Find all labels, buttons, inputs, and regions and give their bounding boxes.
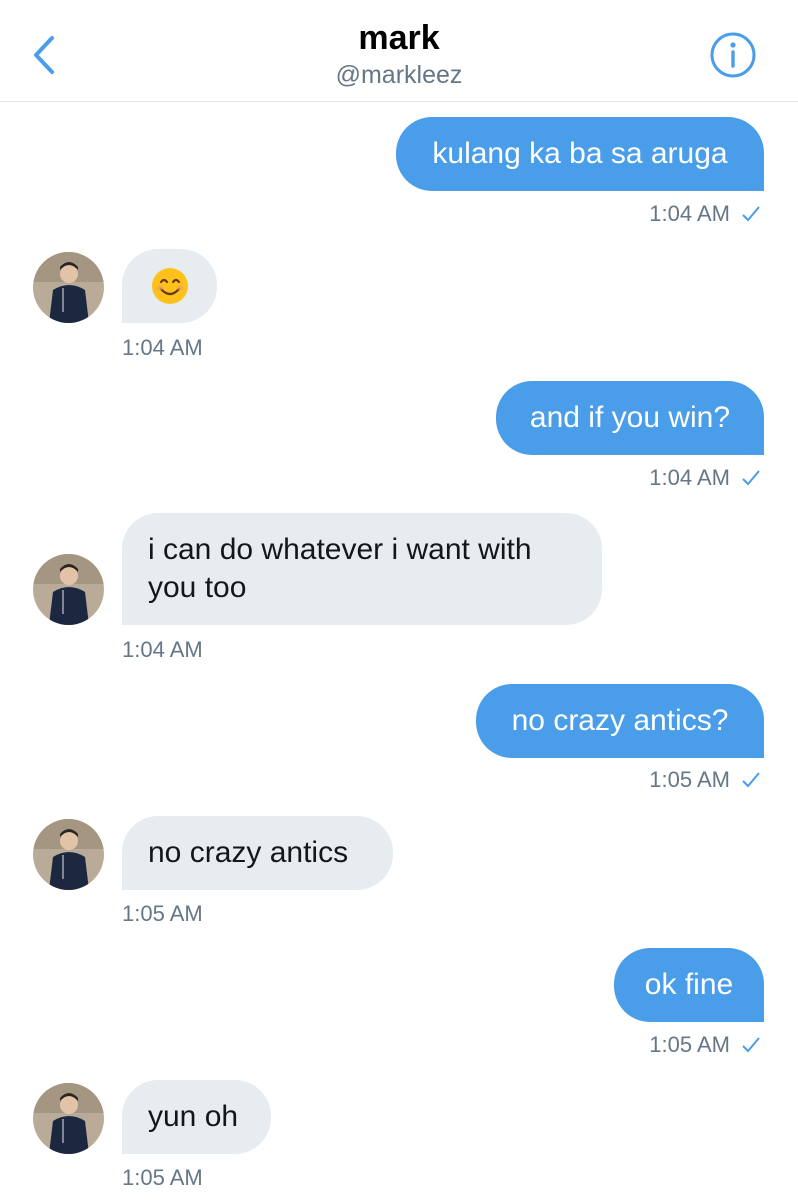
- checkmark-icon: [742, 772, 760, 788]
- message-bubble-outgoing[interactable]: kulang ka ba sa aruga: [396, 117, 764, 191]
- message-text: no crazy antics?: [511, 704, 729, 737]
- message-bubble-outgoing[interactable]: ok fine: [614, 948, 764, 1022]
- message-bubble-incoming[interactable]: i can do whatever i want with you too: [122, 513, 602, 625]
- contact-name[interactable]: mark: [0, 18, 798, 58]
- message-timestamp: 1:04 AM: [649, 465, 762, 491]
- avatar[interactable]: [33, 1083, 104, 1154]
- info-circle-icon: [710, 32, 756, 78]
- contact-handle[interactable]: @markleez: [0, 60, 798, 90]
- message-timestamp: 1:04 AM: [649, 201, 762, 227]
- message-timestamp: 1:04 AM: [122, 637, 203, 662]
- avatar[interactable]: [33, 554, 104, 625]
- message-timestamp: 1:05 AM: [649, 767, 762, 793]
- message-text: and if you win?: [529, 401, 731, 434]
- checkmark-icon: [742, 206, 760, 222]
- message-bubble-incoming[interactable]: yun oh: [122, 1080, 271, 1154]
- message-timestamp: 1:05 AM: [649, 1032, 762, 1058]
- message-bubble-incoming[interactable]: no crazy antics: [122, 816, 393, 890]
- conversation-header: mark @markleez: [0, 0, 798, 102]
- message-timestamp: 1:05 AM: [122, 1165, 203, 1190]
- info-button[interactable]: [709, 31, 757, 79]
- checkmark-icon: [742, 470, 760, 486]
- avatar[interactable]: [33, 819, 104, 890]
- message-timestamp: 1:04 AM: [122, 335, 203, 360]
- message-text: i can do whatever i want with you too: [148, 533, 532, 604]
- message-bubble-incoming[interactable]: 😊: [122, 249, 217, 323]
- message-text: ok fine: [644, 968, 734, 1001]
- message-text: no crazy antics: [148, 836, 349, 869]
- message-bubble-outgoing[interactable]: no crazy antics?: [476, 684, 764, 758]
- avatar[interactable]: [33, 252, 104, 323]
- message-timestamp: 1:05 AM: [122, 901, 203, 926]
- message-text: yun oh: [148, 1100, 239, 1133]
- message-text: kulang ka ba sa aruga: [432, 137, 728, 170]
- smiling-face-emoji: [151, 268, 188, 304]
- message-bubble-outgoing[interactable]: and if you win?: [496, 381, 764, 455]
- checkmark-icon: [742, 1037, 760, 1053]
